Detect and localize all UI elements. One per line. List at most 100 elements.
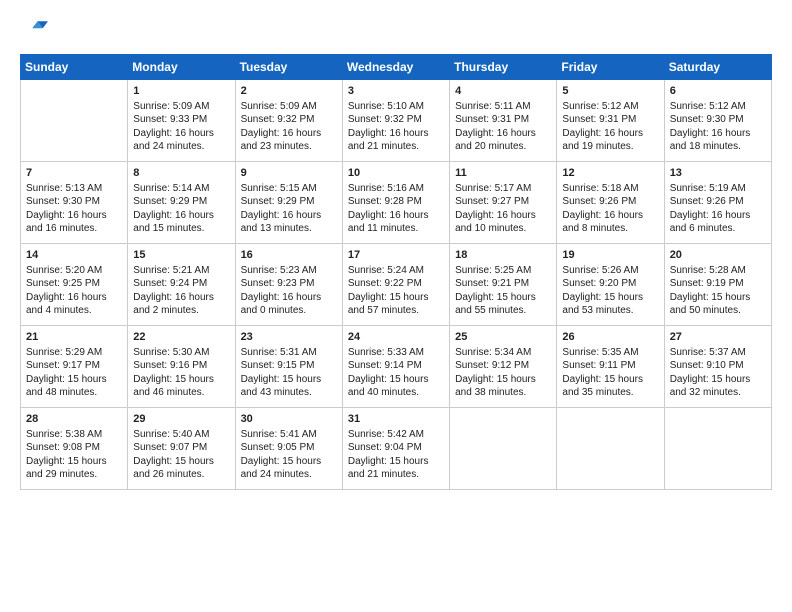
day-info-line: Sunset: 9:30 PM (670, 113, 766, 127)
day-info-line: Daylight: 16 hours (133, 127, 229, 141)
day-cell: 24Sunrise: 5:33 AMSunset: 9:14 PMDayligh… (342, 326, 449, 408)
day-cell: 23Sunrise: 5:31 AMSunset: 9:15 PMDayligh… (235, 326, 342, 408)
day-number: 5 (562, 84, 658, 99)
day-info-line: Sunrise: 5:40 AM (133, 428, 229, 442)
day-cell: 2Sunrise: 5:09 AMSunset: 9:32 PMDaylight… (235, 80, 342, 162)
day-info-line: Daylight: 16 hours (26, 291, 122, 305)
day-info-line: Sunset: 9:25 PM (26, 277, 122, 291)
day-info-line: Daylight: 15 hours (348, 455, 444, 469)
day-info-line: Daylight: 16 hours (562, 127, 658, 141)
day-info-line: and 35 minutes. (562, 386, 658, 400)
calendar-table: SundayMondayTuesdayWednesdayThursdayFrid… (20, 54, 772, 490)
day-info-line: Daylight: 15 hours (241, 373, 337, 387)
week-row-4: 21Sunrise: 5:29 AMSunset: 9:17 PMDayligh… (21, 326, 772, 408)
day-number: 15 (133, 248, 229, 263)
day-cell: 4Sunrise: 5:11 AMSunset: 9:31 PMDaylight… (450, 80, 557, 162)
day-info-line: Sunset: 9:32 PM (241, 113, 337, 127)
day-info-line: Sunset: 9:29 PM (241, 195, 337, 209)
day-info-line: and 50 minutes. (670, 304, 766, 318)
day-cell: 13Sunrise: 5:19 AMSunset: 9:26 PMDayligh… (664, 162, 771, 244)
day-info-line: Sunrise: 5:33 AM (348, 346, 444, 360)
day-info-line: and 23 minutes. (241, 140, 337, 154)
day-info-line: Sunrise: 5:31 AM (241, 346, 337, 360)
day-cell: 9Sunrise: 5:15 AMSunset: 9:29 PMDaylight… (235, 162, 342, 244)
day-info-line: Sunset: 9:33 PM (133, 113, 229, 127)
day-info-line: and 55 minutes. (455, 304, 551, 318)
day-info-line: and 16 minutes. (26, 222, 122, 236)
day-cell: 3Sunrise: 5:10 AMSunset: 9:32 PMDaylight… (342, 80, 449, 162)
header-day-saturday: Saturday (664, 55, 771, 80)
day-info-line: Sunrise: 5:19 AM (670, 182, 766, 196)
day-info-line: and 53 minutes. (562, 304, 658, 318)
day-info-line: Sunset: 9:29 PM (133, 195, 229, 209)
header-day-monday: Monday (128, 55, 235, 80)
day-info-line: Daylight: 15 hours (562, 291, 658, 305)
day-info-line: Daylight: 16 hours (133, 209, 229, 223)
day-cell: 12Sunrise: 5:18 AMSunset: 9:26 PMDayligh… (557, 162, 664, 244)
day-number: 10 (348, 166, 444, 181)
day-info-line: Sunrise: 5:20 AM (26, 264, 122, 278)
day-info-line: Sunset: 9:17 PM (26, 359, 122, 373)
day-info-line: and 4 minutes. (26, 304, 122, 318)
week-row-1: 1Sunrise: 5:09 AMSunset: 9:33 PMDaylight… (21, 80, 772, 162)
day-info-line: Daylight: 16 hours (455, 209, 551, 223)
day-info-line: Sunset: 9:31 PM (455, 113, 551, 127)
day-cell: 27Sunrise: 5:37 AMSunset: 9:10 PMDayligh… (664, 326, 771, 408)
day-info-line: Sunrise: 5:42 AM (348, 428, 444, 442)
day-info-line: Sunset: 9:11 PM (562, 359, 658, 373)
day-number: 1 (133, 84, 229, 99)
day-info-line: Sunset: 9:07 PM (133, 441, 229, 455)
day-info-line: Sunrise: 5:09 AM (241, 100, 337, 114)
header (20, 16, 772, 44)
day-number: 21 (26, 330, 122, 345)
day-info-line: Sunrise: 5:35 AM (562, 346, 658, 360)
day-number: 6 (670, 84, 766, 99)
day-info-line: Sunrise: 5:13 AM (26, 182, 122, 196)
day-info-line: Sunrise: 5:14 AM (133, 182, 229, 196)
day-cell: 10Sunrise: 5:16 AMSunset: 9:28 PMDayligh… (342, 162, 449, 244)
day-info-line: Sunset: 9:21 PM (455, 277, 551, 291)
day-info-line: Daylight: 15 hours (455, 373, 551, 387)
day-info-line: Daylight: 15 hours (26, 455, 122, 469)
day-info-line: and 46 minutes. (133, 386, 229, 400)
day-number: 19 (562, 248, 658, 263)
day-cell: 1Sunrise: 5:09 AMSunset: 9:33 PMDaylight… (128, 80, 235, 162)
day-info-line: Sunrise: 5:12 AM (670, 100, 766, 114)
day-info-line: Sunrise: 5:30 AM (133, 346, 229, 360)
day-cell: 28Sunrise: 5:38 AMSunset: 9:08 PMDayligh… (21, 408, 128, 490)
day-cell: 26Sunrise: 5:35 AMSunset: 9:11 PMDayligh… (557, 326, 664, 408)
day-info-line: Daylight: 16 hours (670, 209, 766, 223)
day-info-line: Sunset: 9:05 PM (241, 441, 337, 455)
day-info-line: Daylight: 15 hours (348, 291, 444, 305)
day-info-line: Sunset: 9:24 PM (133, 277, 229, 291)
day-info-line: Sunset: 9:32 PM (348, 113, 444, 127)
day-info-line: and 21 minutes. (348, 140, 444, 154)
day-info-line: Sunrise: 5:34 AM (455, 346, 551, 360)
day-info-line: Sunrise: 5:41 AM (241, 428, 337, 442)
day-number: 2 (241, 84, 337, 99)
day-cell: 29Sunrise: 5:40 AMSunset: 9:07 PMDayligh… (128, 408, 235, 490)
day-cell: 20Sunrise: 5:28 AMSunset: 9:19 PMDayligh… (664, 244, 771, 326)
day-number: 13 (670, 166, 766, 181)
week-row-5: 28Sunrise: 5:38 AMSunset: 9:08 PMDayligh… (21, 408, 772, 490)
day-number: 3 (348, 84, 444, 99)
header-day-thursday: Thursday (450, 55, 557, 80)
logo (20, 16, 52, 44)
day-info-line: Daylight: 15 hours (455, 291, 551, 305)
day-number: 23 (241, 330, 337, 345)
header-row: SundayMondayTuesdayWednesdayThursdayFrid… (21, 55, 772, 80)
day-info-line: Sunset: 9:27 PM (455, 195, 551, 209)
week-row-3: 14Sunrise: 5:20 AMSunset: 9:25 PMDayligh… (21, 244, 772, 326)
day-info-line: Sunrise: 5:17 AM (455, 182, 551, 196)
day-info-line: and 10 minutes. (455, 222, 551, 236)
day-number: 7 (26, 166, 122, 181)
day-info-line: Daylight: 15 hours (348, 373, 444, 387)
day-info-line: Sunset: 9:12 PM (455, 359, 551, 373)
day-info-line: and 8 minutes. (562, 222, 658, 236)
day-info-line: and 57 minutes. (348, 304, 444, 318)
day-info-line: Sunset: 9:23 PM (241, 277, 337, 291)
day-info-line: Sunrise: 5:24 AM (348, 264, 444, 278)
day-info-line: Sunrise: 5:25 AM (455, 264, 551, 278)
day-info-line: Sunset: 9:04 PM (348, 441, 444, 455)
day-info-line: and 24 minutes. (241, 468, 337, 482)
